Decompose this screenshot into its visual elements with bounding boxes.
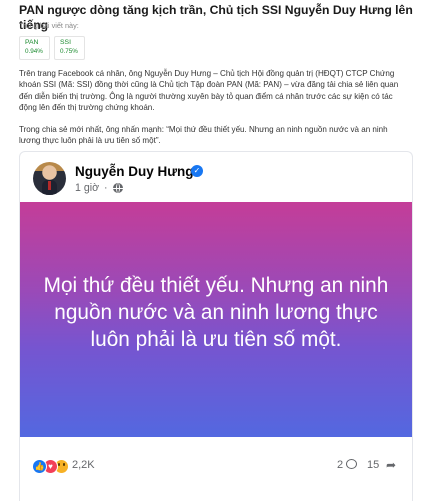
reaction-count[interactable]: 2,2K xyxy=(72,459,95,471)
post-time[interactable]: 1 giờ xyxy=(75,182,99,194)
facebook-post-embed: Nguyễn Duy Hưng ✓ 1 giờ · Mọi thứ đều th… xyxy=(19,151,413,501)
post-background: Mọi thứ đều thiết yếu. Nhưng an ninh ngu… xyxy=(20,202,412,437)
ticker-change: 0.94% xyxy=(25,48,43,55)
verified-check-icon: ✓ xyxy=(191,165,203,177)
ticker-symbol: PAN xyxy=(25,39,39,46)
like-icon[interactable]: 👍 xyxy=(32,459,47,474)
ticker-change: 0.75% xyxy=(60,48,78,55)
post-header: Nguyễn Duy Hưng ✓ 1 giờ · xyxy=(20,152,412,202)
comment-icon[interactable] xyxy=(346,459,357,469)
post-content: Mọi thứ đều thiết yếu. Nhưng an ninh ngu… xyxy=(43,274,389,351)
share-icon[interactable]: ➦ xyxy=(386,458,396,472)
globe-icon xyxy=(113,183,123,193)
reactions-bar: 👍 ♥ 2,2K 2 15 ➦ xyxy=(20,437,412,501)
ticker-list: PAN 0.94% SSI 0.75% xyxy=(19,36,85,60)
article-paragraph: Trên trang Facebook cá nhân, ông Nguyễn … xyxy=(19,69,399,112)
ticker-ssi[interactable]: SSI 0.75% xyxy=(54,36,85,60)
post-author-name[interactable]: Nguyễn Duy Hưng xyxy=(75,164,194,179)
time-separator: · xyxy=(104,182,108,194)
avatar[interactable] xyxy=(33,162,66,195)
share-count[interactable]: 15 xyxy=(367,459,379,471)
article-paragraph: Trong chia sẻ mới nhất, ông nhấn mạnh: “… xyxy=(19,125,388,146)
in-article-label: Trong bài viết này: xyxy=(19,21,79,30)
comment-count[interactable]: 2 xyxy=(337,459,343,471)
ticker-symbol: SSI xyxy=(60,39,71,46)
ticker-pan[interactable]: PAN 0.94% xyxy=(19,36,50,60)
